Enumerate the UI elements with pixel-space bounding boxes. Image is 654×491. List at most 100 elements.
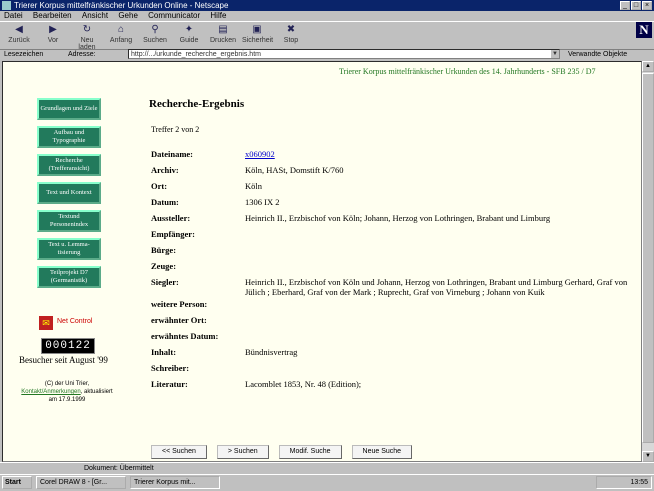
start-button[interactable]: Start [2,476,32,489]
table-row: Schreiber: [151,362,631,378]
forward-arrow-icon: ▶ [49,24,57,35]
field-value: Heinrich II., Erzbischof von Köln; Johan… [245,213,551,223]
field-value [245,314,631,330]
field-label: Archiv: [151,165,179,175]
field-label: erwähntes Datum: [151,331,219,341]
field-label: Dateiname: [151,149,194,159]
hit-counter: Treffer 2 von 2 [151,125,200,134]
netscape-logo[interactable]: N [636,22,652,38]
task-trierer-korpus[interactable]: Trierer Korpus mit... [130,476,220,489]
contact-link[interactable]: Kontakt/Anmerkungen [21,389,80,395]
field-value: Köln, HASt, Domstift K/760 [245,165,344,175]
page-footer: (C) der Uni Trier, Kontakt/Anmerkungen, … [21,381,113,403]
taskbar-clock: 13:55 [596,476,652,489]
menu-communicator[interactable]: Communicator [148,11,200,20]
address-label: Adresse: [68,51,96,58]
security-button[interactable]: ▣ Sicherheit [242,23,273,47]
location-bar: Lesezeichen Adresse: http://.../urkunde_… [0,48,654,61]
home-icon: ⌂ [117,24,125,35]
scroll-up-icon[interactable]: ▲ [642,61,654,72]
lock-icon: ▣ [252,24,262,35]
new-search-button[interactable]: Neue Suche [351,445,413,459]
menu-bar: Datei Bearbeiten Ansicht Gehe Communicat… [0,11,654,21]
table-row: Inhalt: Bündnisvertrag [151,346,631,362]
menu-datei[interactable]: Datei [4,11,23,20]
field-value: Bündnisvertrag [245,347,298,357]
field-value [245,228,631,244]
menu-bearbeiten[interactable]: Bearbeiten [33,11,72,20]
related-objects-button[interactable]: Verwandte Objekte [568,48,627,61]
field-value [245,330,631,346]
stop-icon: ✖ [286,24,296,35]
table-row: Literatur: Lacomblet 1853, Nr. 48 (Editio… [151,378,631,394]
page-title: Recherche-Ergebnis [149,98,245,110]
navigation-toolbar: ◀ Zurück ▶ Vor ↻ Neu laden ⌂ Anfang ⚲ Suchen … [0,21,654,51]
table-row: Ort: Köln [151,180,631,196]
field-label: Bürge: [151,245,177,255]
bookmarks-button[interactable]: Lesezeichen [4,48,43,61]
field-label: Ort: [151,181,168,191]
field-label: weitere Person: [151,299,208,309]
print-button[interactable]: ▤ Drucken [208,23,238,47]
table-row: Siegler: Heinrich II., Erzbischof von Köl… [151,276,631,298]
chevron-down-icon[interactable]: ▼ [551,50,559,58]
prev-search-button[interactable]: << Suchen [151,445,207,459]
sidebar-item-text-kontext[interactable]: Text und Kontext [37,182,101,204]
menu-hilfe[interactable]: Hilfe [210,11,226,20]
back-arrow-icon: ◀ [15,24,23,35]
back-button[interactable]: ◀ Zurück [4,23,34,47]
field-value [245,298,631,314]
scroll-down-icon[interactable]: ▼ [642,451,654,462]
table-row: Datum: 1306 IX 2 [151,196,631,212]
menu-gehe[interactable]: Gehe [118,11,138,20]
table-row: Aussteller: Heinrich II., Erzbischof von … [151,212,631,228]
field-value [245,244,631,260]
task-coreldraw[interactable]: Corel DRAW 8 - [Gr... [36,476,126,489]
field-label: Literatur: [151,379,188,389]
table-row: Empfänger: [151,228,631,244]
field-value [245,362,631,378]
sidebar-item-recherche[interactable]: Recherche (Trefferansicht) [37,154,101,176]
field-label: Datum: [151,197,179,207]
sidebar-item-personenindex[interactable]: Textund Personenindex [37,210,101,232]
window-titlebar: Trierer Korpus mittelfränkischer Urkunde… [0,0,654,11]
close-button[interactable]: × [642,1,652,10]
sidebar-item-aufbau[interactable]: Aufbau und Typographie [37,126,101,148]
reload-icon: ↻ [82,24,92,35]
field-value: 1306 IX 2 [245,197,280,207]
netscape-app-icon [2,1,11,10]
guide-button[interactable]: ✦ Guide [174,23,204,47]
sidebar-item-teilprojekt[interactable]: Teilprojekt D7 (Germanistik) [37,266,101,288]
home-button[interactable]: ⌂ Anfang [106,23,136,47]
print-icon: ▤ [218,24,228,35]
url-input[interactable]: http://.../urkunde_recherche_ergebnis.ht… [128,49,560,59]
field-value: Heinrich II., Erzbischof von Köln und Jo… [245,277,628,297]
minimize-button[interactable]: _ [620,1,630,10]
taskbar: Start Corel DRAW 8 - [Gr... Trierer Korp… [0,474,654,491]
page-header: Trierer Korpus mittelfränkischer Urkunde… [339,67,596,76]
net-control-label[interactable]: Net Control [57,318,92,325]
sidebar-item-grundlagen[interactable]: Grundlagen und Ziele [37,98,101,120]
reload-button[interactable]: ↻ Neu laden [72,23,102,51]
field-label: Siegler: [151,277,179,287]
search-button[interactable]: ⚲ Suchen [140,23,170,47]
net-control-logo-icon[interactable]: ✉ [39,316,53,330]
next-search-button[interactable]: > Suchen [216,445,269,459]
sidebar-item-lemmatisierung[interactable]: Text u. Lemma- tisierung [37,238,101,260]
scroll-thumb[interactable] [642,73,654,443]
visitor-caption: Besucher seit August '99 [19,355,108,365]
page-content: Trierer Korpus mittelfränkischer Urkunde… [2,61,642,462]
table-row: erwähntes Datum: [151,330,631,346]
field-label: Empfänger: [151,229,195,239]
maximize-button[interactable]: □ [631,1,641,10]
field-value: Lacomblet 1853, Nr. 48 (Edition); [245,379,362,389]
vertical-scrollbar[interactable]: ▲ ▼ [642,61,654,462]
filename-link[interactable]: x060902 [245,149,275,159]
forward-button[interactable]: ▶ Vor [38,23,68,47]
visitor-counter: 000122 [41,338,95,354]
modify-search-button[interactable]: Modif. Suche [278,445,342,459]
table-row: Archiv: Köln, HASt, Domstift K/760 [151,164,631,180]
table-row: Zeuge: [151,260,631,276]
stop-button[interactable]: ✖ Stop [276,23,306,47]
menu-ansicht[interactable]: Ansicht [82,11,108,20]
